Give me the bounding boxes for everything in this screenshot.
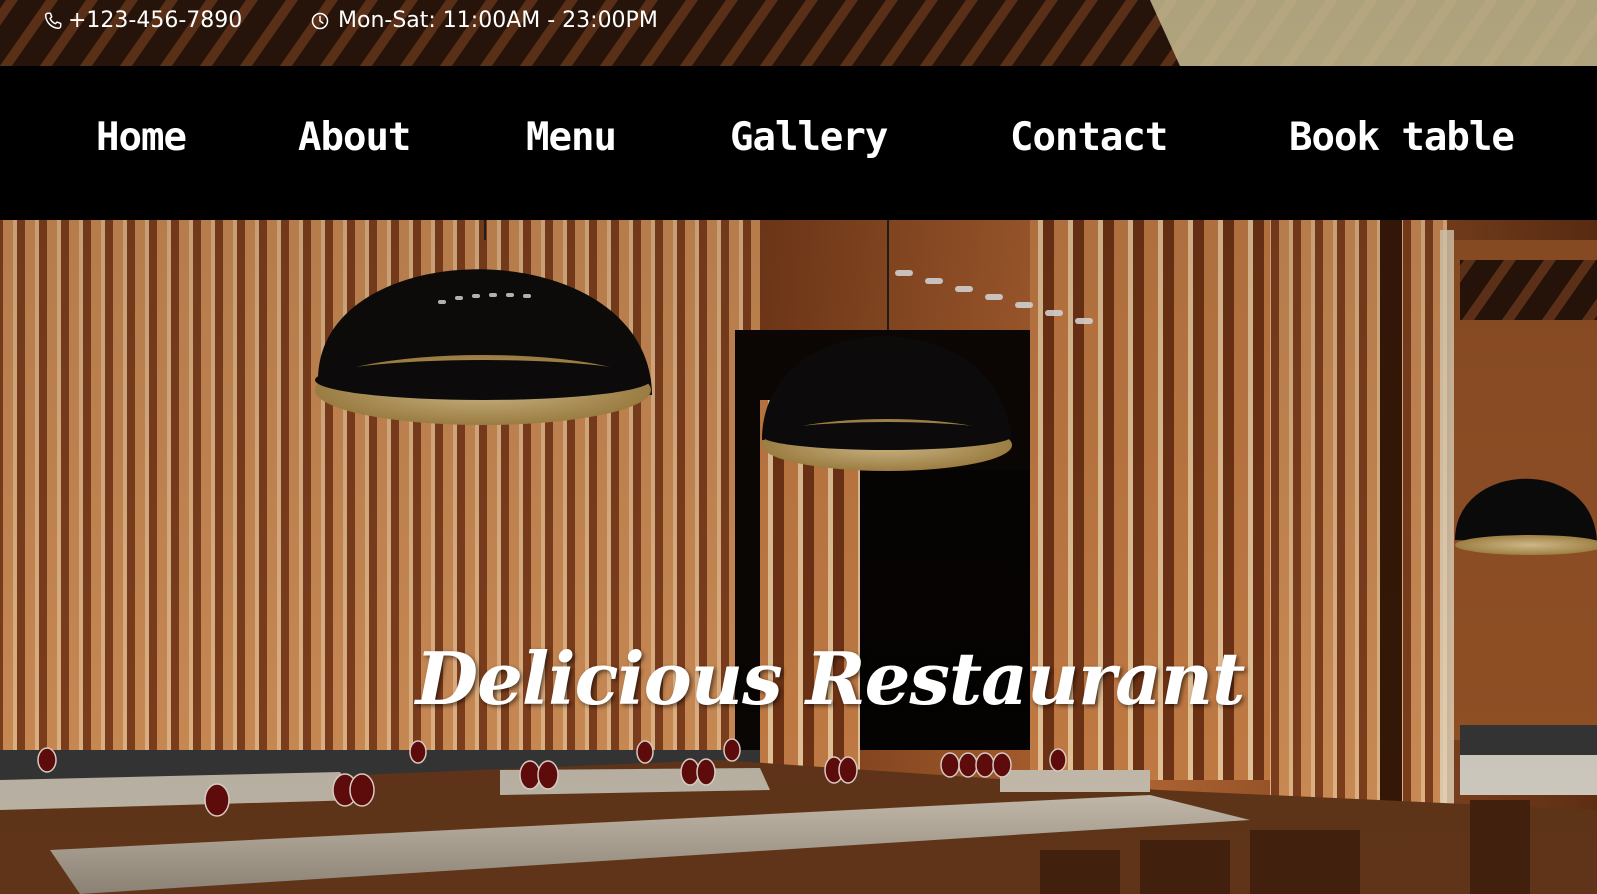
opening-hours-text: Mon-Sat: 11:00AM - 23:00PM [338,8,658,33]
nav-item-contact[interactable]: Contact [1010,118,1168,157]
nav-item-about[interactable]: About [298,118,411,157]
hero-title: Delicious Restaurant [415,636,1246,722]
phone-icon [44,11,62,29]
nav-item-menu[interactable]: Menu [526,118,617,157]
restaurant-homepage: +123-456-7890 Mon-Sat: 11:00AM - 23:00PM… [0,0,1597,894]
opening-hours-info: Mon-Sat: 11:00AM - 23:00PM [310,8,658,33]
clock-icon [311,12,329,29]
phone-info[interactable]: +123-456-7890 [42,8,242,33]
phone-number[interactable]: +123-456-7890 [68,8,242,33]
nav-item-home[interactable]: Home [96,118,187,157]
main-navigation: Home About Menu Gallery Contact Book tab… [0,66,1597,220]
nav-item-gallery[interactable]: Gallery [730,118,888,157]
nav-item-book-table[interactable]: Book table [1289,118,1515,157]
top-info-bar: +123-456-7890 Mon-Sat: 11:00AM - 23:00PM [0,0,1597,66]
